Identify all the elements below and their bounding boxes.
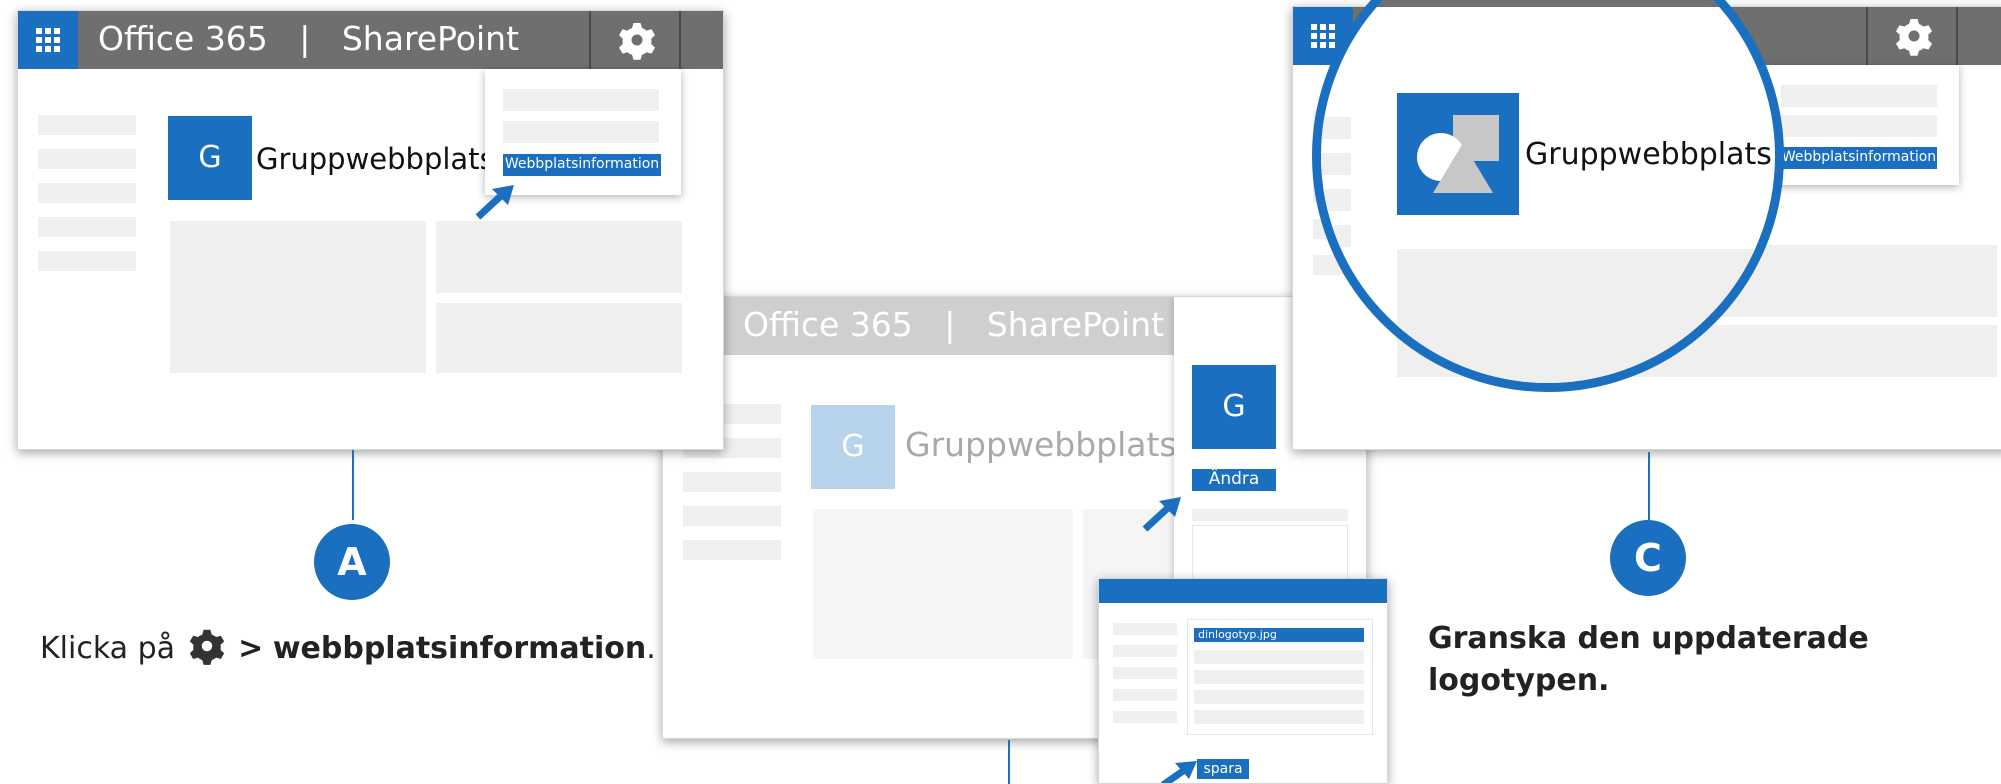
file-row-placeholder [1194,670,1364,684]
site-logo-preview: G [1192,365,1276,449]
nav-placeholder [683,472,781,492]
suite-title: Office 365 | SharePoint [743,305,1165,344]
suite-bar: Office 365 | SharePoint [18,11,723,69]
settings-menu: Webbplatsinformation [1763,65,1959,185]
dialog-nav-placeholder [1113,689,1177,701]
dialog-nav-placeholder [1113,667,1177,679]
gear-icon [1896,19,1932,56]
file-row-placeholder [1194,710,1364,724]
nav-placeholder [38,183,136,203]
connector-line-b [1008,740,1010,784]
nav-placeholder [683,540,781,560]
content-placeholder [436,221,682,293]
pointer-arrow-icon [1161,761,1197,783]
content-placeholder [170,221,426,373]
dialog-nav-placeholder [1113,623,1177,635]
nav-placeholder [38,217,136,237]
caption-prefix: Klicka på [40,631,176,666]
caption-suffix: . [646,631,656,666]
site-information-menu-item[interactable]: Webbplatsinformation [1781,147,1937,169]
pointer-arrow-icon [475,185,514,220]
nav-placeholder [683,506,781,526]
file-row-placeholder [1194,690,1364,704]
change-button[interactable]: Ändra [1192,469,1276,491]
suite-title: Office 365 | SharePoint [98,19,520,58]
new-site-logo [1397,93,1519,215]
shapes-logo-icon [1417,115,1499,193]
menu-placeholder [1781,115,1937,137]
settings-button[interactable] [1866,7,1958,65]
gear-icon [619,23,655,60]
pointer-arrow-icon [1142,497,1181,532]
site-title: Gruppwebbplats [256,142,495,176]
file-list: dinlogotyp.jpg [1187,619,1373,735]
instruction-caption-a: Klicka på > webbplatsinformation. [40,626,656,666]
magnified-suite-bar [1321,0,1775,7]
caption-bold: webbplatsinformation [272,631,647,666]
settings-button[interactable] [589,11,681,69]
instruction-caption-c: Granska den uppdaterade logotypen. [1428,621,1869,698]
dialog-nav-placeholder [1113,711,1177,723]
site-title-faded: Gruppwebbplats [905,425,1177,464]
panel-a-window: Office 365 | SharePoint G Gruppwebbplats… [17,10,724,450]
app-launcher-icon [1311,24,1335,48]
nav-placeholder [1321,153,1351,175]
nav-placeholder [38,115,136,135]
nav-placeholder [1321,189,1351,211]
content-placeholder [436,303,682,373]
content-placeholder [1397,249,1775,383]
pane-placeholder [1192,509,1348,521]
content-placeholder [813,509,1073,659]
settings-menu: Webbplatsinformation [485,69,681,195]
selected-file[interactable]: dinlogotyp.jpg [1194,628,1364,642]
menu-placeholder [503,121,659,143]
dialog-nav-placeholder [1113,645,1177,657]
site-information-menu-item[interactable]: Webbplatsinformation [503,154,661,176]
dialog-header [1099,579,1387,603]
gear-icon [189,629,224,665]
magnified-site-title: Gruppwebbplats [1525,137,1772,172]
menu-placeholder [1781,85,1937,107]
nav-placeholder [38,251,136,271]
app-launcher-button[interactable] [18,11,78,69]
file-picker-dialog: dinlogotyp.jpg spara [1098,578,1388,784]
site-logo-faded: G [811,405,895,489]
caption-separator: > [238,631,264,666]
site-logo: G [168,116,252,200]
nav-placeholder [1321,117,1351,139]
save-button[interactable]: spara [1197,759,1249,779]
step-badge-c: C [1610,520,1686,596]
connector-line-a [352,450,354,520]
nav-placeholder [38,149,136,169]
file-row-placeholder [1194,650,1364,664]
pane-placeholder [1192,525,1348,581]
step-badge-a: A [314,524,390,600]
app-launcher-icon [36,28,60,52]
connector-line-c [1648,452,1650,520]
menu-placeholder [503,89,659,111]
